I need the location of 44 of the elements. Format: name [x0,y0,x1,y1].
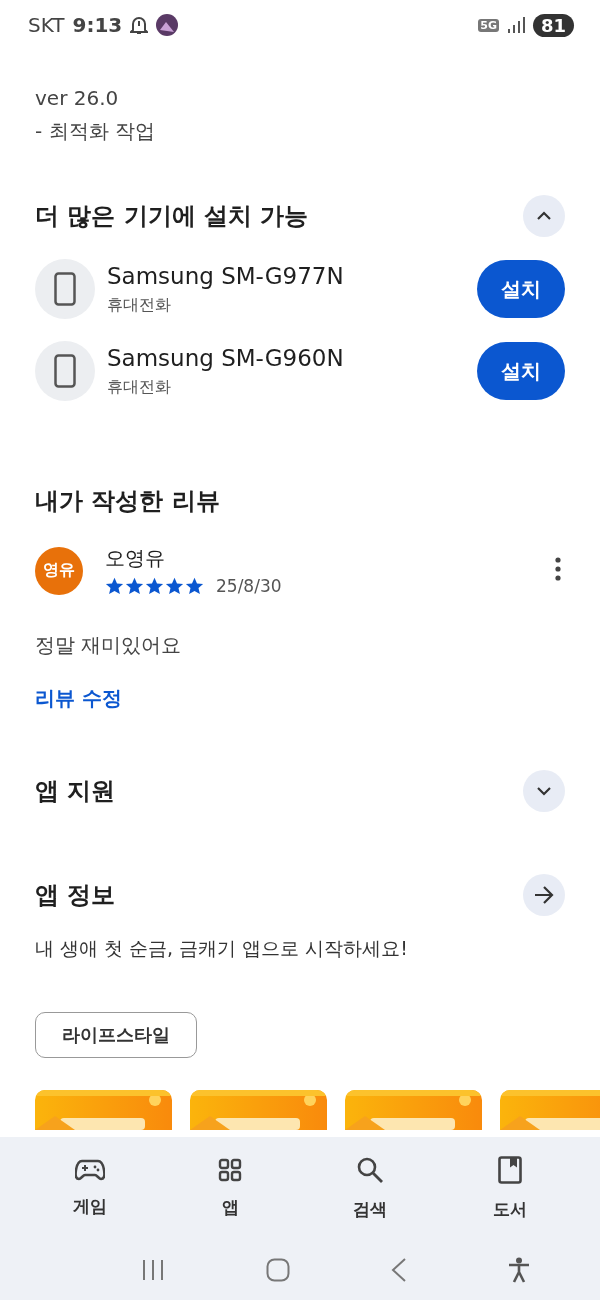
version-text: ver 26.0 [35,86,120,110]
nav-tab[interactable]: 게임 [40,1158,140,1219]
app-description: 내 생애 첫 순금, 금캐기 앱으로 시작하세요! [35,936,409,961]
signal-icon [506,16,525,34]
nav-tab[interactable]: 앱 [180,1157,280,1220]
review-date: 25/8/30 [216,576,282,596]
collapse-button[interactable] [523,195,565,237]
section-title: 앱 지원 [35,776,116,807]
arrow-right-button[interactable] [523,874,565,916]
accessibility-icon[interactable] [507,1257,530,1283]
book-icon [498,1156,522,1184]
network-type: 5G [478,18,499,32]
category-chip[interactable]: 라이프스타일 [35,1012,197,1058]
device-name: Samsung SM-G960N [107,344,345,371]
section-title: 내가 작성한 리뷰 [35,486,220,517]
install-button[interactable]: 설치 [477,260,565,318]
section-title: 더 많은 기기에 설치 가능 [35,201,309,232]
install-button[interactable]: 설치 [477,342,565,400]
review-text: 정말 재미있어요 [35,632,183,659]
expand-button[interactable] [523,770,565,812]
recent-apps-icon[interactable] [140,1259,165,1281]
arrow-right-icon [534,886,554,904]
device-name: Samsung SM-G977N [107,262,345,289]
battery-level: 81 [532,13,574,37]
carrier: SKT [28,13,65,37]
notification-avatar-icon [156,14,179,36]
section-title: 앱 정보 [35,880,116,911]
nav-tab[interactable]: 도서 [460,1155,560,1222]
apps-grid-icon [218,1158,242,1182]
bell-icon [130,15,149,35]
nav-tab[interactable]: 검색 [320,1155,420,1222]
gamepad-icon [75,1159,105,1181]
clock: 9:13 [72,13,123,37]
chevron-icon [536,786,552,796]
edit-review-link[interactable]: 리뷰 수정 [35,685,122,712]
device-type: 휴대전화 [107,294,172,316]
avatar: 영유 [35,546,83,595]
home-icon[interactable] [265,1258,290,1282]
back-icon[interactable] [390,1258,407,1282]
chevron-icon [536,211,552,221]
search-icon [356,1156,384,1184]
release-notes: - 최적화 작업 [35,118,156,145]
reviewer-name: 오영유 [105,545,166,572]
device-type: 휴대전화 [107,376,172,398]
